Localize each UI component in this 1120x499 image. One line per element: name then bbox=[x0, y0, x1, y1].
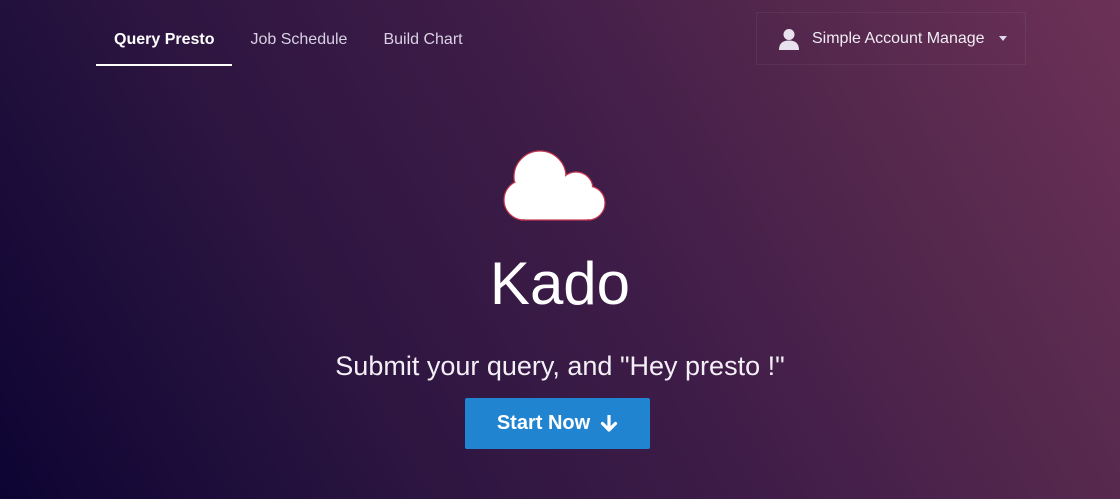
tab-label-build-chart: Build Chart bbox=[383, 31, 463, 48]
start-now-label: Start Now bbox=[496, 412, 591, 434]
account-menu: Simple Account Manage bbox=[756, 12, 1026, 65]
caret-down-icon bbox=[998, 36, 1007, 41]
arrow-down-icon bbox=[601, 414, 618, 432]
account-dropdown-toggle[interactable]: Simple Account Manage bbox=[779, 28, 1007, 50]
main-nav: Query Presto Job Schedule Build Chart bbox=[96, 14, 481, 66]
tab-job-schedule[interactable]: Job Schedule bbox=[232, 14, 365, 66]
start-now-button[interactable]: Start Now bbox=[465, 398, 650, 449]
user-icon bbox=[779, 28, 799, 50]
cloud-icon bbox=[503, 150, 606, 221]
tab-query-presto[interactable]: Query Presto bbox=[96, 14, 233, 66]
account-label: Simple Account Manage bbox=[812, 29, 985, 47]
tab-label-job-schedule: Job Schedule bbox=[250, 31, 348, 48]
tab-build-chart[interactable]: Build Chart bbox=[365, 14, 480, 66]
tagline: Submit your query, and "Hey presto !" bbox=[335, 351, 785, 381]
app-title: Kado bbox=[489, 250, 631, 317]
tab-label-query-presto: Query Presto bbox=[114, 31, 215, 48]
